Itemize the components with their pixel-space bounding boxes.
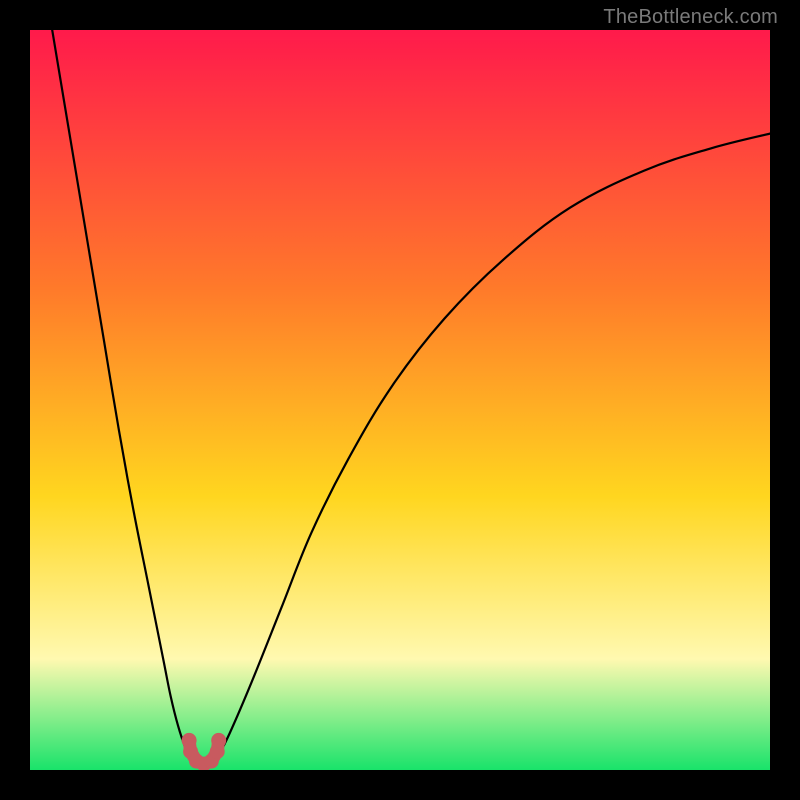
gradient-background (30, 30, 770, 770)
chart-frame (30, 30, 770, 770)
bottleneck-curve-chart (30, 30, 770, 770)
watermark-text: TheBottleneck.com (603, 6, 778, 29)
valley-marker-dot (211, 733, 226, 748)
